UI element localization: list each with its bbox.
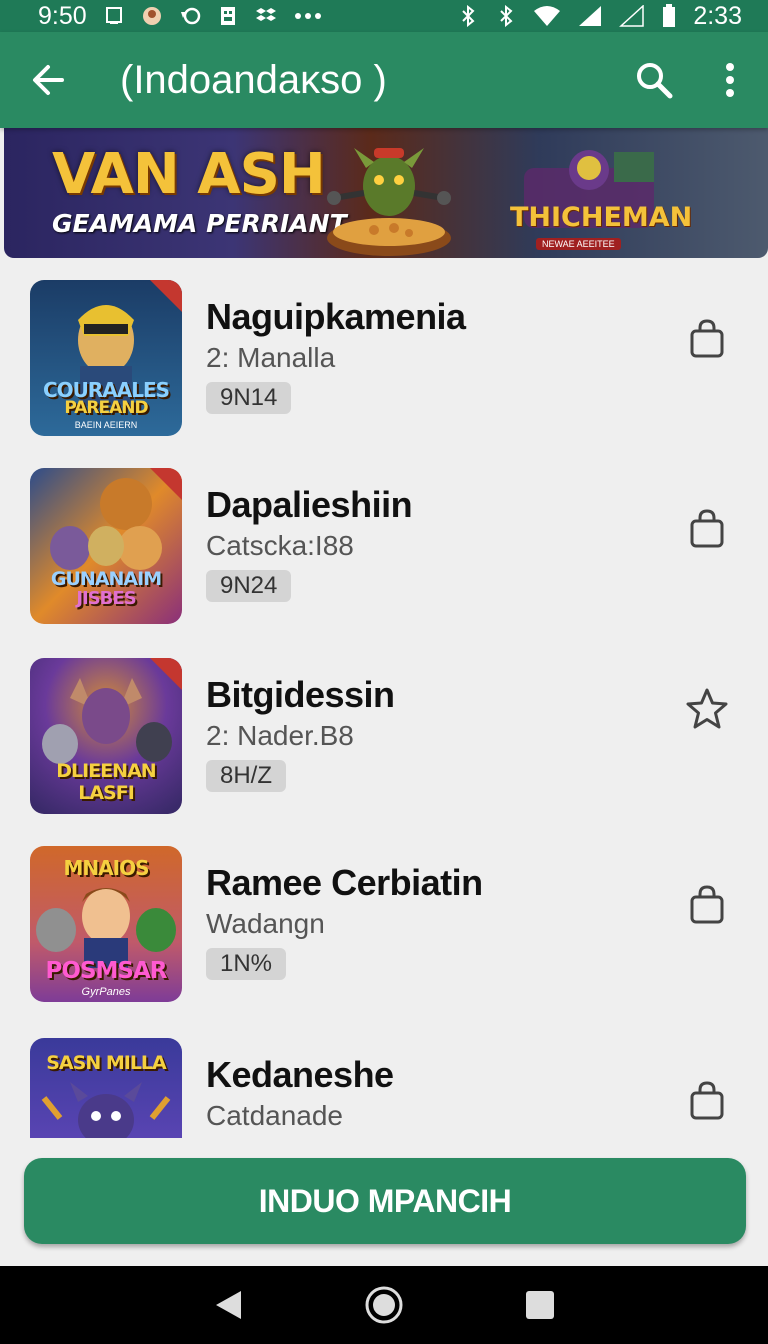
status-right: 2:33 [457,2,742,31]
banner-title: VAN ASH [52,142,326,207]
status-bar: 9:50 2:33 [0,0,768,32]
game-list: COURAALES PAREAND BAEIN AEIERN Naguipkam… [0,258,768,1138]
battery-icon [661,4,677,27]
list-item[interactable]: MNAIOS POSMSAR GyrPanes Ramee Cerbiatin … [0,824,768,1014]
item-subtitle: Catdanade [206,1100,344,1131]
shopping-bag-icon [690,319,724,358]
banner-subtitle: GEAMAMA PERRIANT [52,209,347,238]
signal-icon [619,5,645,27]
arrow-back-icon [33,65,64,95]
more-dots-icon [293,5,323,27]
status-left: 9:50 [38,2,323,31]
app-bar: (Indoandaĸso ) [0,32,768,128]
list-item[interactable]: SASN MILLA Kedaneshe Catdanade [0,1016,768,1138]
system-nav-bar [0,1266,768,1344]
status-time-right: 2:33 [693,1,742,30]
banner-logo-subtitle: NEWAE AEEITEE [536,238,621,250]
buy-button[interactable] [684,316,730,362]
banner-logo-title: THICHEMAN [510,202,693,233]
avatar-icon [141,5,163,27]
thumb-title: SASN MILLA [46,1052,166,1074]
thumb-title: MNAIOS [63,856,150,880]
more-vert-icon [726,63,734,97]
item-title: Naguipkamenia [206,296,466,337]
primary-action-button[interactable]: INDUO MPANCIH [24,1158,746,1244]
item-badge: 9N14 [206,382,292,414]
item-badge: 1N% [206,948,287,980]
item-title: Kedaneshe [206,1054,394,1095]
shopping-bag-icon [690,885,724,924]
item-badge: 9N24 [206,570,292,602]
item-subtitle: Catscka:I88 [206,530,354,561]
thumb-subtitle: JISBES [76,588,136,609]
star-icon [686,688,728,729]
game-thumbnail: MNAIOS POSMSAR GyrPanes [30,846,182,1002]
game-thumbnail: COURAALES PAREAND BAEIN AEIERN [30,280,182,436]
thumb-caption: BAEIN AEIERN [74,420,138,430]
bluetooth-icon [495,5,517,27]
favorite-button[interactable] [684,686,730,732]
banner-character-art [327,148,451,256]
shopping-bag-icon [690,509,724,548]
banner-logo: THICHEMAN NEWAE AEEITEE [504,148,692,250]
search-button[interactable] [616,32,692,128]
item-title: Dapalieshiin [206,484,413,525]
overflow-menu-button[interactable] [692,32,768,128]
thumb-title: GUNANAIM [50,568,162,590]
buy-button[interactable] [684,882,730,928]
list-item[interactable]: DLIEENAN LASFI Bitgidessin 2: Nader.B8 8… [0,636,768,826]
status-time-left: 9:50 [38,1,87,30]
thumb-caption: GyrPanes [81,986,131,998]
square-recents-icon [526,1291,554,1319]
sync-icon [179,5,201,27]
thumb-subtitle: LASFI [78,782,135,804]
signal-icon [577,5,603,27]
thumb-title: DLIEENAN [56,760,156,782]
page-title: (Indoandaĸso ) [120,57,387,102]
game-thumbnail: DLIEENAN LASFI [30,658,182,814]
game-thumbnail: SASN MILLA [30,1038,182,1138]
thumb-subtitle: PAREAND [64,398,148,418]
banner-text: VAN ASH GEAMAMA PERRIANT [52,142,347,238]
thumb-subtitle: POSMSAR [45,958,168,984]
item-badge: 8H/Z [206,760,287,792]
list-item[interactable]: GUNANAIM JISBES Dapalieshiin Catscka:I88… [0,446,768,636]
buy-button[interactable] [684,1078,730,1124]
nav-back-button[interactable] [198,1275,258,1335]
game-thumbnail: GUNANAIM JISBES [30,468,182,624]
circle-home-icon [365,1286,403,1324]
promo-banner[interactable]: VAN ASH GEAMAMA PERRIANT THICHEMAN NEWAE… [4,128,768,258]
item-subtitle: 2: Manalla [206,342,336,373]
item-subtitle: 2: Nader.B8 [206,720,354,751]
back-button[interactable] [0,32,96,128]
wifi-icon [533,5,561,27]
buy-button[interactable] [684,506,730,552]
list-item[interactable]: COURAALES PAREAND BAEIN AEIERN Naguipkam… [0,258,768,448]
item-title: Bitgidessin [206,674,395,715]
bottom-action-area: INDUO MPANCIH [0,1138,768,1266]
shopping-bag-icon [690,1081,724,1120]
square-icon [103,5,125,27]
sim-icon [217,5,239,27]
dropbox-icon [255,5,277,27]
item-title: Ramee Cerbiatin [206,862,483,903]
nav-home-button[interactable] [354,1275,414,1335]
search-icon [637,63,673,99]
bluetooth-icon [457,5,479,27]
triangle-back-icon [216,1291,241,1319]
nav-recents-button[interactable] [510,1275,570,1335]
item-subtitle: Wadangn [206,908,325,939]
